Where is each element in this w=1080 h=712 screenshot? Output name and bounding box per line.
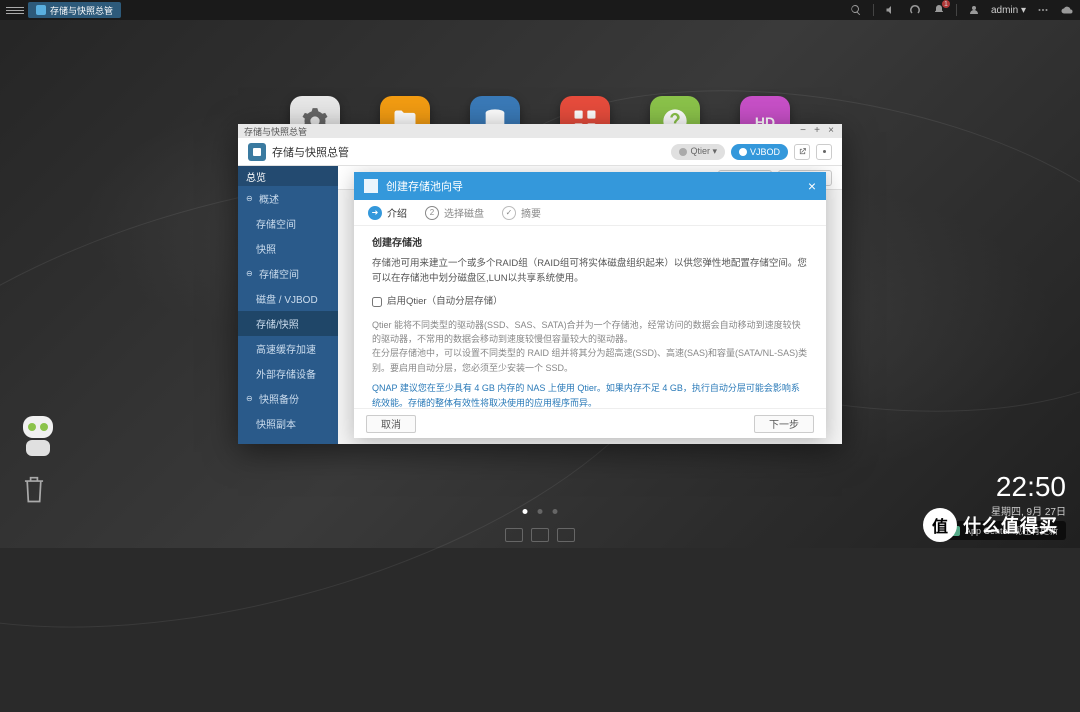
assistant-robot-icon[interactable]: [18, 416, 58, 460]
storage-manager-window: 存储与快照总管 − + × 存储与快照总管 Qtier ▾ VJBOD 总览 ⊖…: [238, 124, 842, 444]
watermark-badge: 值: [923, 508, 957, 542]
sidebar-item-label: 高速缓存加速: [256, 341, 316, 356]
clock-time: 22:50: [991, 471, 1066, 503]
cloud-icon[interactable]: [1060, 3, 1074, 17]
wizard-next-button[interactable]: 下一步: [754, 415, 814, 433]
sidebar-item-7[interactable]: 外部存储设备: [238, 361, 338, 386]
separator: [873, 4, 874, 16]
sidebar-item-label: 存储空间: [256, 216, 296, 231]
taskbar-tab-storage[interactable]: 存储与快照总管: [28, 2, 121, 18]
sidebar-nav: 总览 ⊖概述存储空间快照⊖存储空间磁盘 / VJBOD存储/快照高速缓存加速外部…: [238, 166, 338, 444]
sidebar-item-label: 磁盘 / VJBOD: [256, 291, 318, 306]
wizard-intro-text: 存储池可用来建立一个或多个RAID组（RAID组可将实体磁盘组织起来）以供您弹性…: [372, 256, 808, 286]
dashboard-icon[interactable]: [908, 3, 922, 17]
window-close-button[interactable]: ×: [826, 126, 836, 136]
app-title: 存储与快照总管: [272, 144, 349, 160]
qtier-checkbox[interactable]: [372, 297, 382, 307]
wizard-close-button[interactable]: ×: [808, 178, 816, 194]
content-pane: 新存储池 新磁盘区 创建存储池向导 × ➜介绍 2选择磁盘 ✓摘要 创建存储池 …: [338, 166, 842, 444]
tray-slot[interactable]: [557, 528, 575, 542]
sidebar-item-label: 存储空间: [259, 266, 299, 281]
recycle-bin-icon[interactable]: [20, 472, 48, 506]
wizard-step-summary[interactable]: ✓摘要: [502, 205, 541, 220]
window-titlebar[interactable]: 存储与快照总管 − + ×: [238, 124, 842, 138]
sidebar-item-3[interactable]: ⊖ 存储空间: [238, 261, 338, 286]
task-tab-label: 存储与快照总管: [50, 4, 113, 17]
more-icon[interactable]: [1036, 3, 1050, 17]
sidebar-item-0[interactable]: ⊖ 概述: [238, 186, 338, 211]
watermark-text: 什么值得买: [963, 512, 1058, 538]
chevron-icon: ⊖: [246, 269, 254, 278]
separator: [956, 4, 957, 16]
wizard-cancel-button[interactable]: 取消: [366, 415, 416, 433]
notifications-icon[interactable]: [932, 3, 946, 17]
wizard-step-disks[interactable]: 2选择磁盘: [425, 205, 484, 220]
tray-slot[interactable]: [531, 528, 549, 542]
wizard-note: QNAP 建议您在至少具有 4 GB 内存的 NAS 上使用 Qtier。如果内…: [372, 381, 808, 408]
wizard-footer: 取消 下一步: [354, 408, 826, 438]
bottom-tray: [505, 528, 575, 542]
sidebar-item-label: 快照备份: [259, 391, 299, 406]
window-minimize-button[interactable]: −: [798, 126, 808, 136]
app-header: 存储与快照总管 Qtier ▾ VJBOD: [238, 138, 842, 166]
tray-slot[interactable]: [505, 528, 523, 542]
storage-icon: [36, 5, 46, 15]
qtier-checkbox-label: 启用Qtier（自动分层存储）: [387, 294, 503, 309]
user-avatar-icon[interactable]: [967, 3, 981, 17]
create-pool-wizard: 创建存储池向导 × ➜介绍 2选择磁盘 ✓摘要 创建存储池 存储池可用来建立一个…: [354, 172, 826, 438]
chevron-icon: ⊖: [246, 394, 254, 403]
volume-icon[interactable]: [884, 3, 898, 17]
sidebar-header: 总览: [238, 166, 338, 186]
user-menu[interactable]: admin ▾: [991, 5, 1026, 16]
wizard-steps: ➜介绍 2选择磁盘 ✓摘要: [354, 200, 826, 226]
sidebar-item-label: 快照保险库: [256, 441, 306, 444]
settings-gear-icon[interactable]: [816, 144, 832, 160]
wizard-desc-1: Qtier 能将不同类型的驱动器(SSD、SAS、SATA)合并为一个存储池，经…: [372, 318, 808, 347]
sidebar-item-label: 快照副本: [256, 416, 296, 431]
wizard-body: 创建存储池 存储池可用来建立一个或多个RAID组（RAID组可将实体磁盘组织起来…: [354, 226, 826, 408]
wizard-desc-2: 在分层存储池中，可以设置不同类型的 RAID 组并将其分为超高速(SSD)、高速…: [372, 346, 808, 375]
chevron-icon: ⊖: [246, 194, 254, 203]
sidebar-item-6[interactable]: 高速缓存加速: [238, 336, 338, 361]
sidebar-item-5[interactable]: 存储/快照: [238, 311, 338, 336]
sidebar-item-8[interactable]: ⊖ 快照备份: [238, 386, 338, 411]
sidebar-item-9[interactable]: 快照副本: [238, 411, 338, 436]
qtier-toggle[interactable]: Qtier ▾: [671, 144, 725, 160]
vjbod-toggle[interactable]: VJBOD: [731, 144, 788, 160]
sidebar-item-label: 快照: [256, 241, 276, 256]
main-menu-button[interactable]: [6, 1, 24, 19]
storage-app-icon: [248, 143, 266, 161]
wizard-heading: 创建存储池: [372, 236, 808, 252]
sidebar-item-1[interactable]: 存储空间: [238, 211, 338, 236]
desktop-page-indicator[interactable]: [523, 509, 558, 514]
sidebar-item-4[interactable]: 磁盘 / VJBOD: [238, 286, 338, 311]
watermark: 值 什么值得买: [923, 508, 1058, 542]
sidebar-item-10[interactable]: 快照保险库: [238, 436, 338, 444]
search-icon[interactable]: [849, 3, 863, 17]
sidebar-item-label: 概述: [259, 191, 279, 206]
external-link-icon[interactable]: [794, 144, 810, 160]
wizard-icon: [364, 179, 378, 193]
window-title: 存储与快照总管: [244, 125, 307, 138]
sidebar-item-label: 存储/快照: [256, 316, 299, 331]
wizard-title-text: 创建存储池向导: [386, 178, 463, 194]
wizard-titlebar: 创建存储池向导 ×: [354, 172, 826, 200]
wizard-step-intro[interactable]: ➜介绍: [368, 205, 407, 220]
sidebar-item-label: 外部存储设备: [256, 366, 316, 381]
window-maximize-button[interactable]: +: [812, 126, 822, 136]
sidebar-item-2[interactable]: 快照: [238, 236, 338, 261]
system-topbar: 存储与快照总管 admin ▾: [0, 0, 1080, 20]
